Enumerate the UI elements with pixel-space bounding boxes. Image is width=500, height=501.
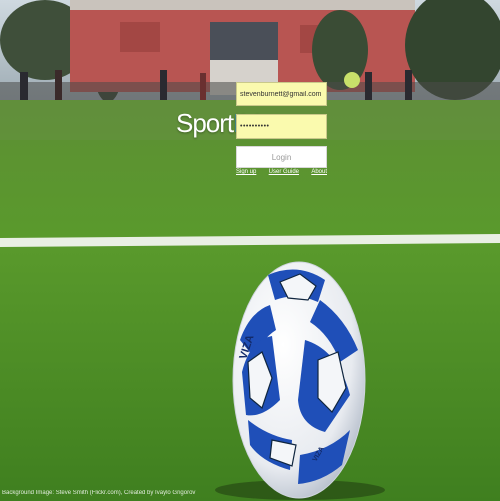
background-image: VIZA VIZA [0, 0, 500, 501]
password-field[interactable] [236, 114, 327, 139]
background-credit: Background Image: Steve Smith (Flickr.co… [2, 490, 196, 496]
login-button[interactable]: Login [236, 146, 327, 168]
user-guide-link[interactable]: User Guide [269, 169, 299, 175]
signup-link[interactable]: Sign up [236, 169, 256, 175]
logo-text-sport: Sport [176, 108, 234, 138]
email-field[interactable] [236, 82, 327, 106]
auth-links: Sign up User Guide About [236, 169, 327, 175]
about-link[interactable]: About [311, 169, 327, 175]
